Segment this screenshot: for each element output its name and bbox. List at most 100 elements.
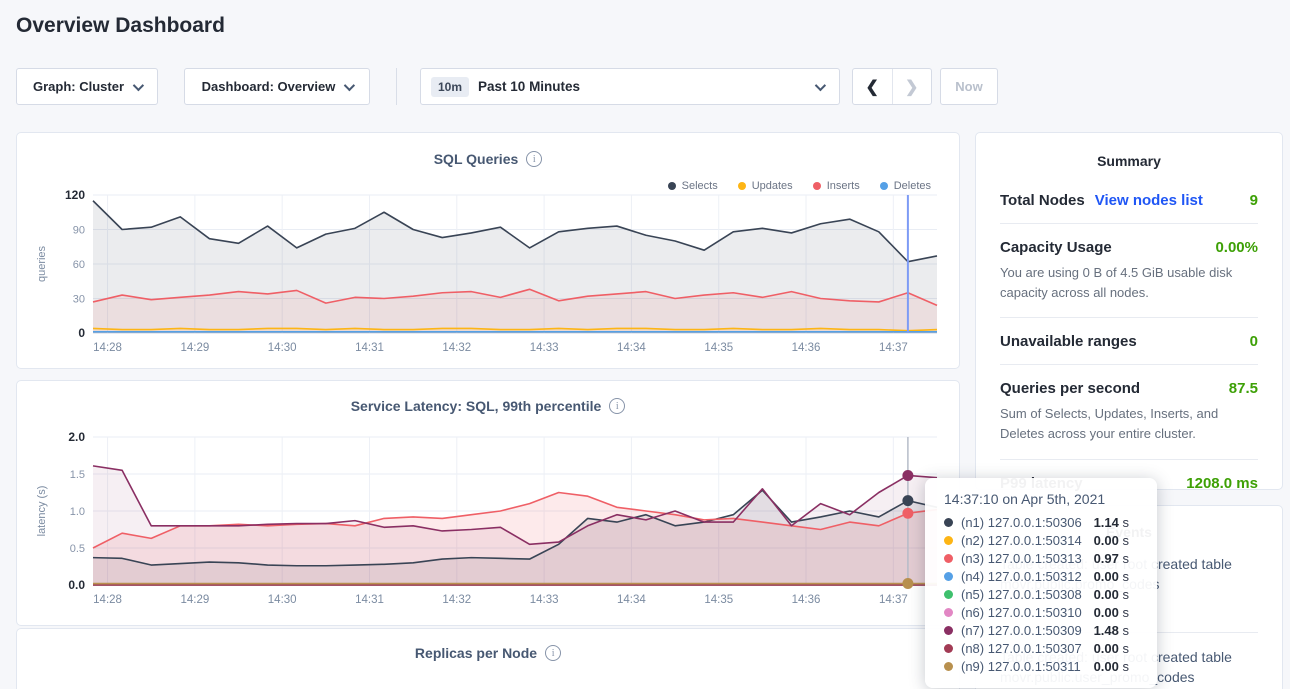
tooltip-node-label: (n7) 127.0.0.1:50309 [961, 623, 1082, 638]
svg-text:14:32: 14:32 [442, 342, 471, 354]
tooltip-node-value: 0.00 s [1094, 587, 1141, 602]
chart-title-text: Service Latency: SQL, 99th percentile [351, 398, 602, 414]
latency-hover-tooltip: 14:37:10 on Apr 5th, 2021 (n1) 127.0.0.1… [925, 478, 1157, 688]
capacity-usage-caption: You are using 0 B of 4.5 GiB usable disk… [1000, 263, 1258, 303]
svg-text:14:37: 14:37 [879, 342, 908, 354]
svg-text:0.0: 0.0 [68, 578, 85, 592]
svg-text:14:30: 14:30 [268, 594, 297, 606]
node-color-dot [944, 626, 953, 635]
unavailable-ranges-value: 0 [1250, 333, 1258, 350]
node-color-dot [944, 536, 953, 545]
svg-text:14:31: 14:31 [355, 594, 384, 606]
svg-text:0.5: 0.5 [70, 543, 85, 555]
chart-title-text: Replicas per Node [415, 645, 537, 661]
next-timespan-button[interactable]: ❯ [893, 69, 932, 104]
svg-text:14:29: 14:29 [180, 594, 209, 606]
tooltip-node-label: (n8) 127.0.0.1:50307 [961, 641, 1082, 656]
tooltip-node-value: 0.00 s [1094, 641, 1141, 656]
chart-canvas: 030609012014:2814:2914:3014:3114:3214:33… [31, 189, 947, 359]
graph-selector-label: Graph: Cluster [33, 79, 124, 94]
service-latency-title: Service Latency: SQL, 99th percentile [17, 398, 959, 414]
svg-text:1.0: 1.0 [70, 506, 85, 518]
svg-text:14:37: 14:37 [879, 594, 908, 606]
chart-canvas: 0.00.51.01.52.014:2814:2914:3014:3114:32… [31, 431, 947, 615]
page-title: Overview Dashboard [16, 14, 225, 38]
node-color-dot [944, 590, 953, 599]
svg-text:14:33: 14:33 [530, 594, 559, 606]
svg-text:30: 30 [73, 294, 85, 306]
now-button[interactable]: Now [940, 68, 998, 105]
svg-text:14:35: 14:35 [704, 594, 733, 606]
tooltip-node-value: 1.48 s [1094, 623, 1141, 638]
summary-panel: Summary Total Nodes View nodes list 9 Ca… [975, 132, 1283, 490]
node-color-dot [944, 572, 953, 581]
info-icon[interactable] [526, 151, 542, 167]
node-color-dot [944, 644, 953, 653]
tooltip-node-label: (n1) 127.0.0.1:50306 [961, 515, 1082, 530]
tooltip-node-row: (n2) 127.0.0.1:50314 0.00 s [944, 531, 1141, 549]
svg-text:queries: queries [36, 245, 48, 282]
capacity-usage-value: 0.00% [1215, 239, 1258, 256]
chevron-down-icon [344, 79, 355, 90]
svg-text:60: 60 [73, 259, 85, 271]
tooltip-node-label: (n2) 127.0.0.1:50314 [961, 533, 1082, 548]
tooltip-node-row: (n8) 127.0.0.1:50307 0.00 s [944, 639, 1141, 657]
toolbar-divider [396, 68, 397, 105]
svg-text:14:36: 14:36 [792, 342, 821, 354]
tooltip-node-label: (n9) 127.0.0.1:50311 [961, 659, 1081, 674]
total-nodes-label: Total Nodes [1000, 192, 1085, 209]
graph-selector-dropdown[interactable]: Graph: Cluster [16, 68, 158, 105]
svg-text:1.5: 1.5 [70, 469, 85, 481]
chevron-down-icon [133, 79, 144, 90]
qps-label: Queries per second [1000, 380, 1140, 397]
svg-text:0: 0 [78, 326, 85, 340]
time-range-dropdown[interactable]: 10m Past 10 Minutes [420, 68, 840, 105]
tooltip-node-value: 0.00 s [1094, 569, 1141, 584]
qps-value: 87.5 [1229, 380, 1258, 397]
prev-timespan-button[interactable]: ❮ [853, 69, 893, 104]
svg-text:90: 90 [73, 225, 85, 237]
svg-text:14:28: 14:28 [93, 594, 122, 606]
svg-text:14:34: 14:34 [617, 594, 646, 606]
capacity-usage-label: Capacity Usage [1000, 239, 1112, 256]
time-range-label: Past 10 Minutes [478, 79, 580, 94]
svg-text:14:33: 14:33 [530, 342, 559, 354]
svg-text:14:31: 14:31 [355, 342, 384, 354]
tooltip-node-label: (n5) 127.0.0.1:50308 [961, 587, 1082, 602]
tooltip-node-row: (n5) 127.0.0.1:50308 0.00 s [944, 585, 1141, 603]
tooltip-node-value: 0.97 s [1094, 551, 1141, 566]
tooltip-node-row: (n1) 127.0.0.1:50306 1.14 s [944, 513, 1141, 531]
tooltip-timestamp: 14:37:10 on Apr 5th, 2021 [944, 491, 1141, 507]
summary-row-capacity: Capacity Usage 0.00% You are using 0 B o… [1000, 224, 1258, 318]
svg-text:120: 120 [65, 189, 85, 202]
summary-row-unavailable-ranges: Unavailable ranges 0 [1000, 318, 1258, 365]
node-color-dot [944, 608, 953, 617]
service-latency-card: Service Latency: SQL, 99th percentile 0.… [16, 380, 960, 626]
node-color-dot [944, 554, 953, 563]
tooltip-node-label: (n4) 127.0.0.1:50312 [961, 569, 1082, 584]
p99-latency-value: 1208.0 ms [1186, 475, 1258, 492]
service-latency-chart[interactable]: 0.00.51.01.52.014:2814:2914:3014:3114:32… [31, 431, 947, 615]
summary-row-total-nodes: Total Nodes View nodes list 9 [1000, 177, 1258, 224]
svg-text:latency (s): latency (s) [36, 486, 48, 537]
time-step-group: ❮ ❯ [852, 68, 932, 105]
info-icon[interactable] [609, 398, 625, 414]
node-color-dot [944, 662, 953, 671]
dashboard-selector-label: Dashboard: Overview [202, 79, 336, 94]
tooltip-node-row: (n4) 127.0.0.1:50312 0.00 s [944, 567, 1141, 585]
overview-dashboard-page: Overview Dashboard Graph: Cluster Dashbo… [0, 0, 1290, 689]
tooltip-node-value: 1.14 s [1094, 515, 1141, 530]
info-icon[interactable] [545, 645, 561, 661]
summary-title: Summary [1000, 153, 1258, 169]
view-nodes-list-link[interactable]: View nodes list [1095, 192, 1203, 209]
tooltip-node-label: (n6) 127.0.0.1:50310 [961, 605, 1082, 620]
svg-text:2.0: 2.0 [68, 431, 85, 444]
qps-caption: Sum of Selects, Updates, Inserts, and De… [1000, 404, 1258, 444]
tooltip-node-row: (n3) 127.0.0.1:50313 0.97 s [944, 549, 1141, 567]
svg-text:14:34: 14:34 [617, 342, 646, 354]
tooltip-node-value: 0.00 s [1094, 605, 1141, 620]
replicas-per-node-card: Replicas per Node [16, 628, 960, 689]
sql-queries-chart[interactable]: 030609012014:2814:2914:3014:3114:3214:33… [31, 189, 947, 359]
unavailable-ranges-label: Unavailable ranges [1000, 333, 1137, 350]
dashboard-selector-dropdown[interactable]: Dashboard: Overview [184, 68, 370, 105]
